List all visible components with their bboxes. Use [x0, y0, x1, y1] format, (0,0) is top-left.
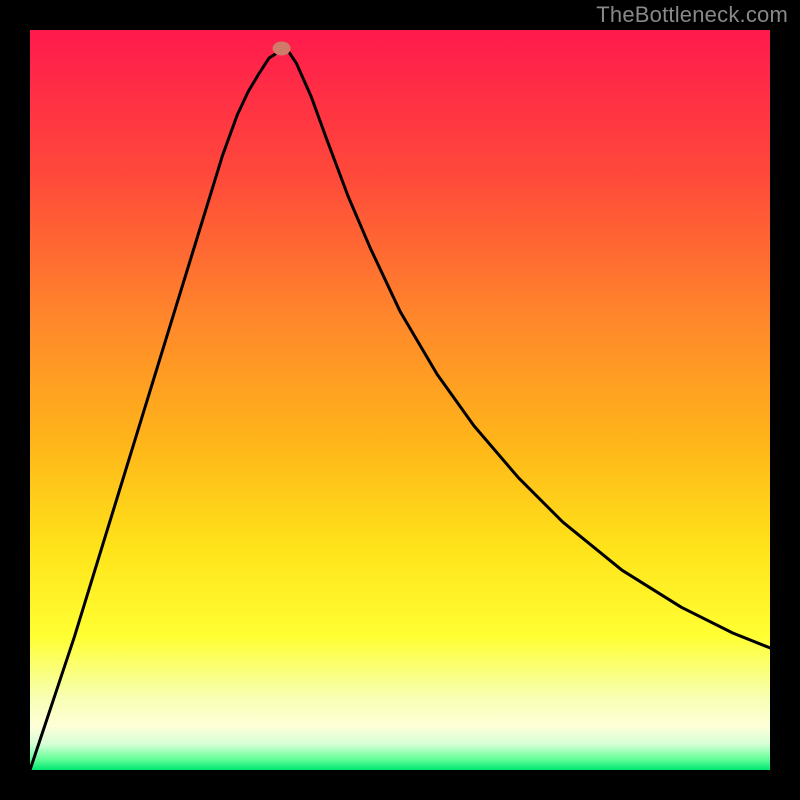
- marker-dot: [273, 42, 291, 56]
- watermark-text: TheBottleneck.com: [596, 2, 788, 28]
- chart-frame: TheBottleneck.com: [0, 0, 800, 800]
- chart-plot-area: [30, 30, 770, 770]
- chart-background: [30, 30, 770, 770]
- chart-svg: [30, 30, 770, 770]
